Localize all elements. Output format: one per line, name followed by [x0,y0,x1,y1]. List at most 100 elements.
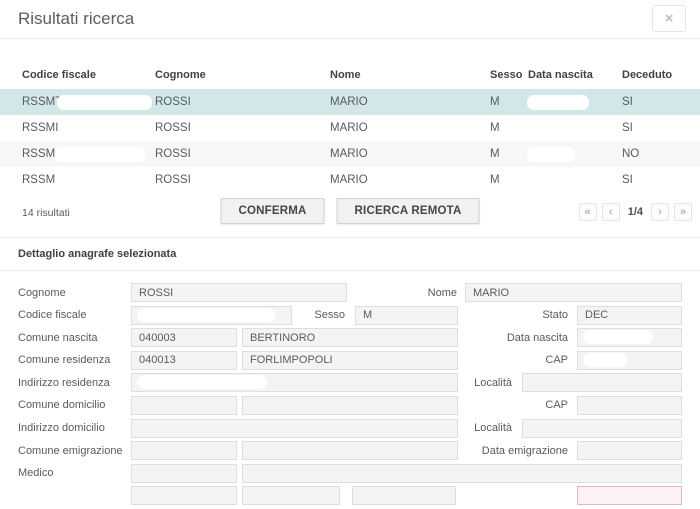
cut-off-field-wrap [352,486,456,505]
cognome-field[interactable] [131,283,347,302]
column-header-data-nascita: Data nascita [528,69,622,81]
comune-nascita-code-field[interactable] [131,328,237,347]
cut-off-field[interactable] [242,486,340,505]
localita-domicilio-label: Località [458,422,512,434]
cell-codice-fiscale: RSSM [22,174,155,186]
nome-field[interactable] [465,283,682,302]
medico-name-field[interactable] [242,464,682,483]
redaction-blob [137,375,267,389]
table-row[interactable]: RSSMI ROSSI MARIO M SI [0,115,700,141]
sesso-label: Sesso [292,309,345,321]
cap-residenza-field-wrap [577,351,682,370]
comune-residenza-code-field[interactable] [131,351,237,370]
cell-sesso: M [490,122,528,134]
sesso-field-wrap [355,306,458,325]
cut-off-field[interactable] [352,486,456,505]
comune-emigrazione-name-field[interactable] [242,441,458,460]
form-row-comune-residenza: Comune residenza CAP [0,351,700,370]
comune-domicilio-name-field[interactable] [242,396,458,415]
stato-field-wrap [577,306,682,325]
comune-emigrazione-code-field[interactable] [131,441,237,460]
comune-nascita-name-field[interactable] [242,328,458,347]
comune-nascita-name-wrap [242,328,458,347]
table-header-row: Codice fiscale Cognome Nome Sesso Data n… [0,61,700,89]
comune-domicilio-label: Comune domicilio [18,399,131,411]
next-page-icon: › [658,206,662,218]
data-emigrazione-field[interactable] [577,441,682,460]
localita-domicilio-field-wrap [522,419,682,438]
close-button[interactable]: × [652,5,686,32]
cut-off-required-field[interactable] [577,486,682,505]
sesso-field[interactable] [355,306,458,325]
cut-off-field[interactable] [131,486,237,505]
comune-residenza-name-field[interactable] [242,351,458,370]
data-nascita-field-wrap [577,328,682,347]
cell-cognome: ROSSI [155,148,330,160]
medico-code-field[interactable] [131,464,237,483]
cap-domicilio-field-wrap [577,396,682,415]
cognome-label: Cognome [18,287,131,299]
indirizzo-residenza-label: Indirizzo residenza [18,377,131,389]
comune-residenza-code-wrap [131,351,237,370]
localita-residenza-field-wrap [522,373,682,392]
data-nascita-label: Data nascita [458,332,568,344]
first-page-button[interactable]: « [579,203,597,221]
redaction-blob [527,95,589,110]
table-footer: 14 risultati CONFERMA RICERCA REMOTA « ‹… [0,196,700,232]
codice-fiscale-label: Codice fiscale [18,309,131,321]
cell-sesso: M [490,96,528,108]
last-page-icon: » [680,206,686,218]
stato-label: Stato [458,309,568,321]
column-header-codice-fiscale: Codice fiscale [22,69,155,81]
cut-off-field-wrap [242,486,340,505]
codice-fiscale-field-wrap [131,306,292,325]
form-row-comune-nascita: Comune nascita Data nascita [0,328,700,347]
detail-form: Cognome Nome Codice fiscale Sesso Stato … [0,283,700,509]
localita-residenza-field[interactable] [522,373,682,392]
table-row[interactable]: RSSM ROSSI MARIO M NO [0,141,700,167]
form-row-cognome-nome: Cognome Nome [0,283,700,302]
comune-nascita-label: Comune nascita [18,332,131,344]
comune-domicilio-code-field[interactable] [131,396,237,415]
redaction-blob [527,147,575,162]
cell-nome: MARIO [330,122,490,134]
cell-deceduto: SI [622,122,700,134]
ricerca-remota-button[interactable]: RICERCA REMOTA [337,198,480,224]
action-buttons: CONFERMA RICERCA REMOTA [221,198,480,224]
redaction-blob [55,147,145,162]
last-page-button[interactable]: » [674,203,692,221]
indirizzo-residenza-field-wrap [131,373,458,392]
indirizzo-domicilio-field[interactable] [131,419,458,438]
cell-deceduto: NO [622,148,700,160]
cell-deceduto: SI [622,96,700,108]
cell-sesso: M [490,148,528,160]
cap-domicilio-field[interactable] [577,396,682,415]
conferma-button[interactable]: CONFERMA [221,198,325,224]
detail-section-title: Dettaglio anagrafe selezionata [0,238,700,270]
comune-emigrazione-code-wrap [131,441,237,460]
cell-nome: MARIO [330,96,490,108]
cell-nome: MARIO [330,174,490,186]
next-page-button[interactable]: › [651,203,669,221]
cut-off-required-field-wrap [577,486,682,505]
localita-domicilio-field[interactable] [522,419,682,438]
data-emigrazione-label: Data emigrazione [458,445,568,457]
table-row[interactable]: RSSM ROSSI MARIO M SI [0,167,700,193]
redaction-blob [137,308,275,322]
page-title: Risultati ricerca [18,9,134,29]
detail-section-header: Dettaglio anagrafe selezionata [0,237,700,271]
prev-page-button[interactable]: ‹ [602,203,620,221]
cell-deceduto: SI [622,174,700,186]
comune-residenza-name-wrap [242,351,458,370]
redaction-blob [583,353,628,367]
page-indicator: 1/4 [628,206,643,218]
form-row-cut-off [0,486,700,505]
form-row-indirizzo-domicilio: Indirizzo domicilio Località [0,419,700,438]
medico-label: Medico [18,467,131,479]
stato-field[interactable] [577,306,682,325]
cell-cognome: ROSSI [155,174,330,186]
form-row-indirizzo-residenza: Indirizzo residenza Località [0,373,700,392]
cap-residenza-label: CAP [458,354,568,366]
results-count: 14 risultati [22,207,70,219]
table-row-selected[interactable]: RSSMT ROSSI MARIO M SI [0,89,700,115]
